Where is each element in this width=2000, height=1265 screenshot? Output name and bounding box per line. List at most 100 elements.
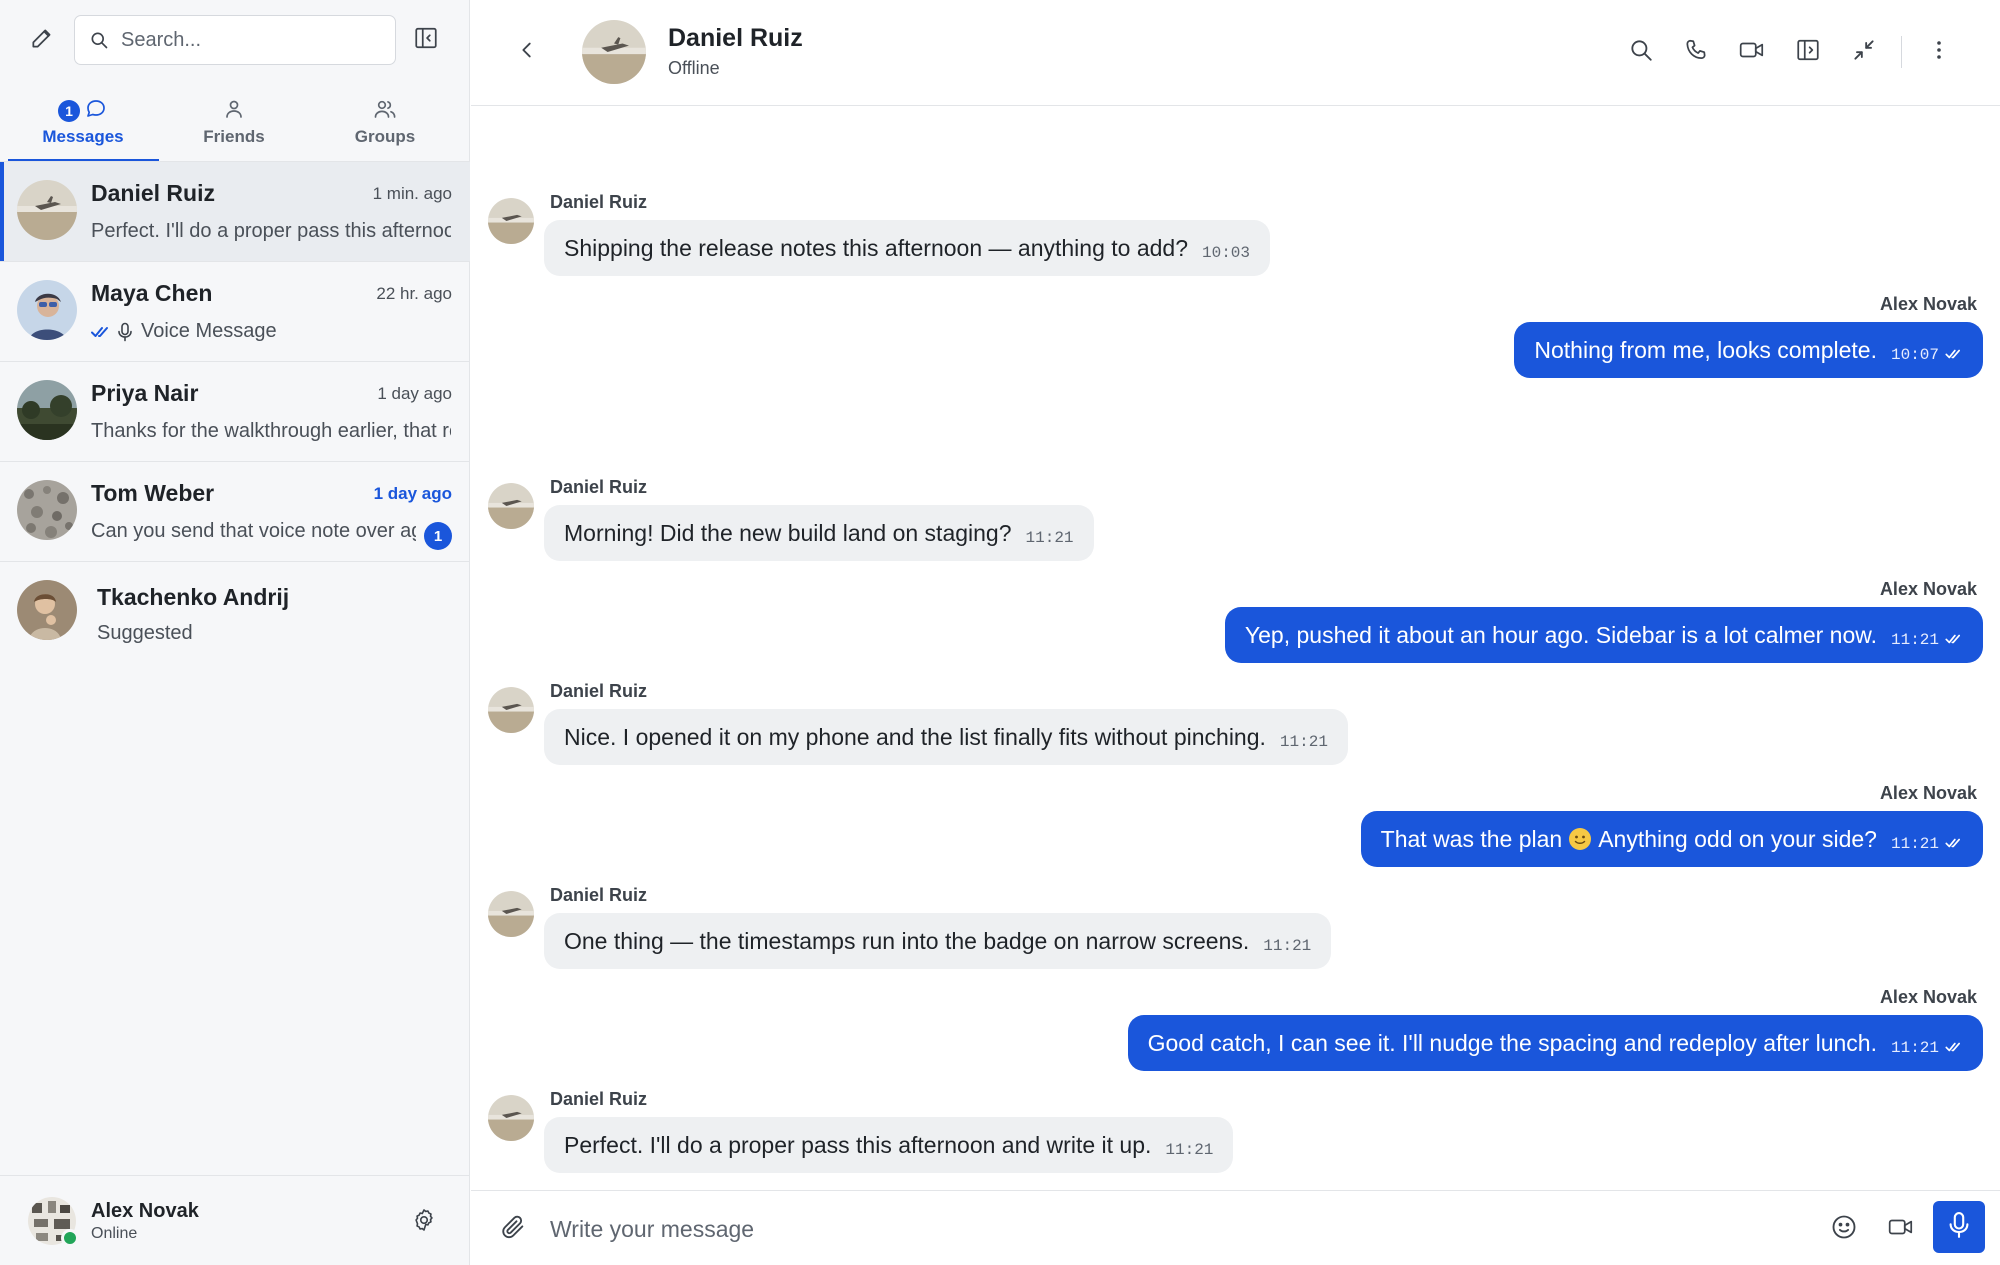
message-bubble[interactable]: Good catch, I can see it. I'll nudge the… xyxy=(1127,1015,1983,1071)
conversation-preview: Thanks for the walkthrough earlier, that… xyxy=(91,420,451,442)
conversation-preview-row: Voice Message xyxy=(91,320,451,343)
message-time: 11:21 xyxy=(1025,529,1074,547)
users-icon xyxy=(372,97,398,126)
sidebar-collapse-button[interactable] xyxy=(406,20,446,60)
compose-button[interactable] xyxy=(20,20,64,60)
message-author: Daniel Ruiz xyxy=(550,681,648,701)
phone-icon xyxy=(1683,37,1709,68)
conversation-name: Daniel Ruiz xyxy=(91,180,215,206)
chat-panel: Daniel Ruiz Offline Daniel Ruiz Shipping… xyxy=(471,0,2000,1265)
attach-button[interactable] xyxy=(493,1209,533,1249)
paperclip-icon xyxy=(499,1213,527,1246)
message-bubble[interactable]: That was the plan Anything odd on your s… xyxy=(1360,811,1983,867)
message-bubble[interactable]: Morning! Did the new build land on stagi… xyxy=(544,505,1094,561)
search-box xyxy=(74,15,396,65)
video-message-button[interactable] xyxy=(1881,1209,1921,1249)
gear-icon xyxy=(411,1207,437,1238)
conversation-item[interactable]: Maya Chen 22 hr. ago Voice Message xyxy=(0,262,470,362)
toggle-panel-button[interactable] xyxy=(1788,32,1828,72)
avatar xyxy=(488,891,534,937)
current-user-status: Online xyxy=(91,1225,138,1242)
tab-messages-icon-row: 1 xyxy=(58,97,108,125)
current-user-name: Alex Novak xyxy=(91,1200,199,1222)
minimize-button[interactable] xyxy=(1844,32,1884,72)
message-list: Daniel Ruiz Shipping the release notes t… xyxy=(471,107,2000,1190)
message-text: Yep, pushed it about an hour ago. Sideba… xyxy=(1244,621,1877,648)
more-options-button[interactable] xyxy=(1919,32,1959,72)
avatar xyxy=(488,687,534,733)
messages-unread-badge: 1 xyxy=(58,100,80,122)
search-input[interactable] xyxy=(121,28,381,52)
minimize-icon xyxy=(1851,37,1877,68)
message-bubble[interactable]: One thing — the timestamps run into the … xyxy=(544,913,1332,969)
suggested-contact-item[interactable]: Tkachenko Andrij Suggested xyxy=(0,562,470,662)
message-input[interactable] xyxy=(550,1205,1750,1253)
tab-messages-label: Messages xyxy=(42,127,124,146)
conversation-preview: Suggested xyxy=(97,622,193,644)
double-check-icon xyxy=(1945,1041,1963,1053)
search-messages-button[interactable] xyxy=(1621,32,1661,72)
message-text: Nothing from me, looks complete. xyxy=(1534,336,1877,363)
avatar xyxy=(488,483,534,529)
conversation-time: 1 min. ago xyxy=(372,184,452,203)
voice-call-button[interactable] xyxy=(1676,32,1716,72)
avatar xyxy=(17,380,77,440)
message-bubble[interactable]: Shipping the release notes this afternoo… xyxy=(544,220,1271,276)
tab-groups-icon-row xyxy=(372,97,398,125)
current-user-bar: Alex Novak Online xyxy=(0,1175,470,1265)
conversation-item[interactable]: Tom Weber 1 day ago Can you send that vo… xyxy=(0,462,470,562)
sidebar-collapse-icon xyxy=(413,25,439,56)
record-voice-button[interactable] xyxy=(1933,1201,1985,1253)
avatar xyxy=(488,198,534,244)
settings-button[interactable] xyxy=(404,1202,444,1242)
tab-friends-icon-row xyxy=(222,97,246,125)
avatar xyxy=(488,1095,534,1141)
tab-friends[interactable]: Friends xyxy=(159,90,309,162)
avatar[interactable] xyxy=(582,20,646,84)
message-author: Daniel Ruiz xyxy=(550,885,648,905)
message-text: Anything odd on your side? xyxy=(1598,825,1877,852)
conversation-item[interactable]: Daniel Ruiz 1 min. ago Perfect. I'll do … xyxy=(0,162,470,262)
back-button[interactable] xyxy=(507,32,547,72)
tab-messages[interactable]: 1 Messages xyxy=(8,90,159,162)
message-text: That was the plan xyxy=(1380,825,1563,852)
message-bubble[interactable]: Nothing from me, looks complete. 10:07 xyxy=(1514,322,1983,378)
conversation-name: Tkachenko Andrij xyxy=(97,584,290,610)
message-time: 11:21 xyxy=(1165,1141,1214,1159)
avatar xyxy=(17,480,77,540)
message-time: 11:21 xyxy=(1279,733,1328,751)
conversation-time: 1 day ago xyxy=(377,384,452,403)
message-author: Daniel Ruiz xyxy=(550,1089,648,1109)
message-time: 11:21 xyxy=(1263,937,1312,955)
conversation-item[interactable]: Priya Nair 1 day ago Thanks for the walk… xyxy=(0,362,470,462)
video-call-button[interactable] xyxy=(1732,32,1772,72)
conversation-name: Maya Chen xyxy=(91,280,213,306)
message-time: 11:21 xyxy=(1890,631,1939,649)
message-bubble[interactable]: Yep, pushed it about an hour ago. Sideba… xyxy=(1224,607,1983,663)
panel-icon xyxy=(1795,37,1821,68)
message-author: Daniel Ruiz xyxy=(550,477,648,497)
user-icon xyxy=(222,97,246,126)
conversation-preview: Perfect. I'll do a proper pass this afte… xyxy=(91,220,451,242)
message-text: Nice. I opened it on my phone and the li… xyxy=(564,723,1266,750)
conversation-preview: Can you send that voice note over again? xyxy=(91,520,416,542)
tab-groups-label: Groups xyxy=(354,127,416,146)
unread-count-badge: 1 xyxy=(424,522,452,550)
message-author: Alex Novak xyxy=(1879,579,1977,599)
microphone-icon xyxy=(1946,1211,1972,1244)
message-bubble[interactable]: Perfect. I'll do a proper pass this afte… xyxy=(544,1117,1234,1173)
contact-status: Offline xyxy=(668,58,720,78)
message-bubble[interactable]: Nice. I opened it on my phone and the li… xyxy=(544,709,1348,765)
chevron-left-icon xyxy=(516,39,538,66)
video-icon xyxy=(1738,37,1766,68)
compose-icon xyxy=(29,25,55,56)
video-icon xyxy=(1887,1214,1915,1245)
message-composer xyxy=(471,1190,2000,1265)
contact-name: Daniel Ruiz xyxy=(668,24,803,52)
header-divider xyxy=(1901,36,1902,68)
double-check-icon xyxy=(1945,633,1963,645)
emoji-button[interactable] xyxy=(1824,1209,1864,1249)
tab-groups[interactable]: Groups xyxy=(310,90,460,162)
message-text: Good catch, I can see it. I'll nudge the… xyxy=(1147,1029,1877,1056)
conversation-time: 1 day ago xyxy=(373,484,452,503)
